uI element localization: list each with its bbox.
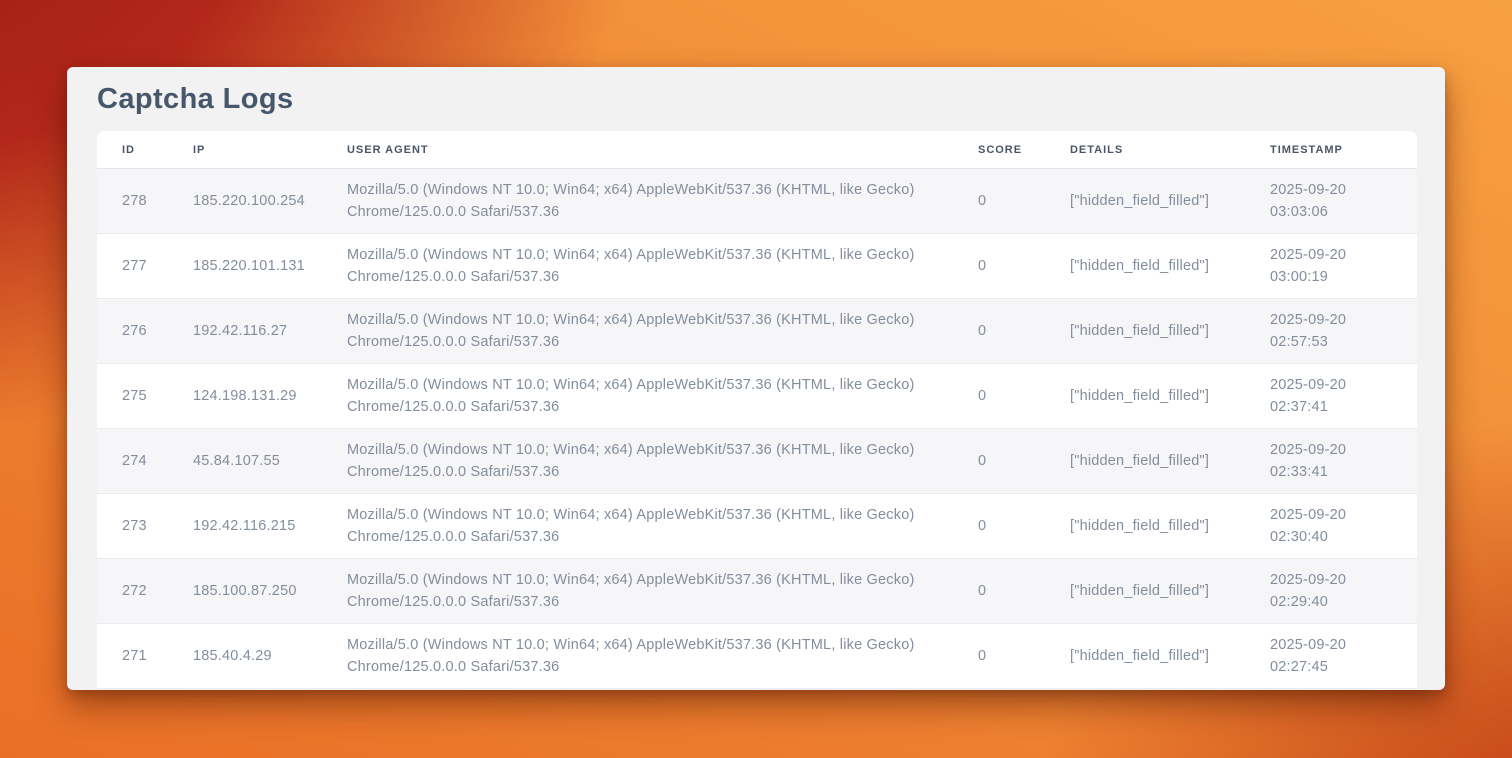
table-body: 278185.220.100.254Mozilla/5.0 (Windows N… <box>97 169 1417 689</box>
cell-score: 0 <box>978 559 1070 624</box>
cell-details: ["hidden_field_filled"] <box>1070 429 1270 494</box>
cell-score: 0 <box>978 299 1070 364</box>
cell-user_agent: Mozilla/5.0 (Windows NT 10.0; Win64; x64… <box>347 234 978 299</box>
cell-details: ["hidden_field_filled"] <box>1070 169 1270 234</box>
cell-details: ["hidden_field_filled"] <box>1070 234 1270 299</box>
cell-user_agent: Mozilla/5.0 (Windows NT 10.0; Win64; x64… <box>347 364 978 429</box>
cell-id: 277 <box>97 234 193 299</box>
cell-timestamp: 2025-09-20 02:33:41 <box>1270 429 1417 494</box>
cell-ip: 45.84.107.55 <box>193 429 347 494</box>
cell-id: 273 <box>97 494 193 559</box>
cell-timestamp: 2025-09-20 02:37:41 <box>1270 364 1417 429</box>
cell-details: ["hidden_field_filled"] <box>1070 299 1270 364</box>
cell-id: 275 <box>97 364 193 429</box>
cell-details: ["hidden_field_filled"] <box>1070 624 1270 689</box>
column-header-timestamp: TIMESTAMP <box>1270 131 1417 169</box>
cell-ip: 192.42.116.215 <box>193 494 347 559</box>
cell-timestamp: 2025-09-20 02:30:40 <box>1270 494 1417 559</box>
cell-timestamp: 2025-09-20 02:27:45 <box>1270 624 1417 689</box>
column-header-ip: IP <box>193 131 347 169</box>
cell-user_agent: Mozilla/5.0 (Windows NT 10.0; Win64; x64… <box>347 299 978 364</box>
logs-table: IDIPUSER AGENTSCOREDETAILSTIMESTAMP 2781… <box>97 131 1417 689</box>
table-row: 271185.40.4.29Mozilla/5.0 (Windows NT 10… <box>97 624 1417 689</box>
cell-score: 0 <box>978 494 1070 559</box>
cell-user_agent: Mozilla/5.0 (Windows NT 10.0; Win64; x64… <box>347 624 978 689</box>
table-row: 277185.220.101.131Mozilla/5.0 (Windows N… <box>97 234 1417 299</box>
cell-user_agent: Mozilla/5.0 (Windows NT 10.0; Win64; x64… <box>347 494 978 559</box>
cell-details: ["hidden_field_filled"] <box>1070 494 1270 559</box>
table-row: 272185.100.87.250Mozilla/5.0 (Windows NT… <box>97 559 1417 624</box>
table-row: 278185.220.100.254Mozilla/5.0 (Windows N… <box>97 169 1417 234</box>
cell-user_agent: Mozilla/5.0 (Windows NT 10.0; Win64; x64… <box>347 559 978 624</box>
cell-score: 0 <box>978 169 1070 234</box>
cell-details: ["hidden_field_filled"] <box>1070 364 1270 429</box>
cell-timestamp: 2025-09-20 02:29:40 <box>1270 559 1417 624</box>
page-title: Captcha Logs <box>97 84 1415 114</box>
cell-id: 276 <box>97 299 193 364</box>
column-header-score: SCORE <box>978 131 1070 169</box>
cell-ip: 185.220.100.254 <box>193 169 347 234</box>
cell-ip: 185.220.101.131 <box>193 234 347 299</box>
cell-id: 278 <box>97 169 193 234</box>
cell-timestamp: 2025-09-20 02:57:53 <box>1270 299 1417 364</box>
logs-table-grid: IDIPUSER AGENTSCOREDETAILSTIMESTAMP 2781… <box>97 131 1417 689</box>
cell-ip: 192.42.116.27 <box>193 299 347 364</box>
captcha-logs-panel: Captcha Logs IDIPUSER AGENTSCOREDETAILST… <box>67 67 1445 690</box>
table-header-row: IDIPUSER AGENTSCOREDETAILSTIMESTAMP <box>97 131 1417 169</box>
cell-timestamp: 2025-09-20 03:03:06 <box>1270 169 1417 234</box>
cell-user_agent: Mozilla/5.0 (Windows NT 10.0; Win64; x64… <box>347 429 978 494</box>
column-header-id: ID <box>97 131 193 169</box>
table-row: 27445.84.107.55Mozilla/5.0 (Windows NT 1… <box>97 429 1417 494</box>
cell-score: 0 <box>978 429 1070 494</box>
column-header-user_agent: USER AGENT <box>347 131 978 169</box>
table-row: 276192.42.116.27Mozilla/5.0 (Windows NT … <box>97 299 1417 364</box>
cell-score: 0 <box>978 364 1070 429</box>
cell-id: 271 <box>97 624 193 689</box>
cell-ip: 185.100.87.250 <box>193 559 347 624</box>
cell-user_agent: Mozilla/5.0 (Windows NT 10.0; Win64; x64… <box>347 169 978 234</box>
cell-ip: 185.40.4.29 <box>193 624 347 689</box>
column-header-details: DETAILS <box>1070 131 1270 169</box>
cell-id: 272 <box>97 559 193 624</box>
cell-score: 0 <box>978 234 1070 299</box>
table-row: 275124.198.131.29Mozilla/5.0 (Windows NT… <box>97 364 1417 429</box>
cell-score: 0 <box>978 624 1070 689</box>
table-row: 273192.42.116.215Mozilla/5.0 (Windows NT… <box>97 494 1417 559</box>
cell-timestamp: 2025-09-20 03:00:19 <box>1270 234 1417 299</box>
cell-details: ["hidden_field_filled"] <box>1070 559 1270 624</box>
cell-ip: 124.198.131.29 <box>193 364 347 429</box>
cell-id: 274 <box>97 429 193 494</box>
